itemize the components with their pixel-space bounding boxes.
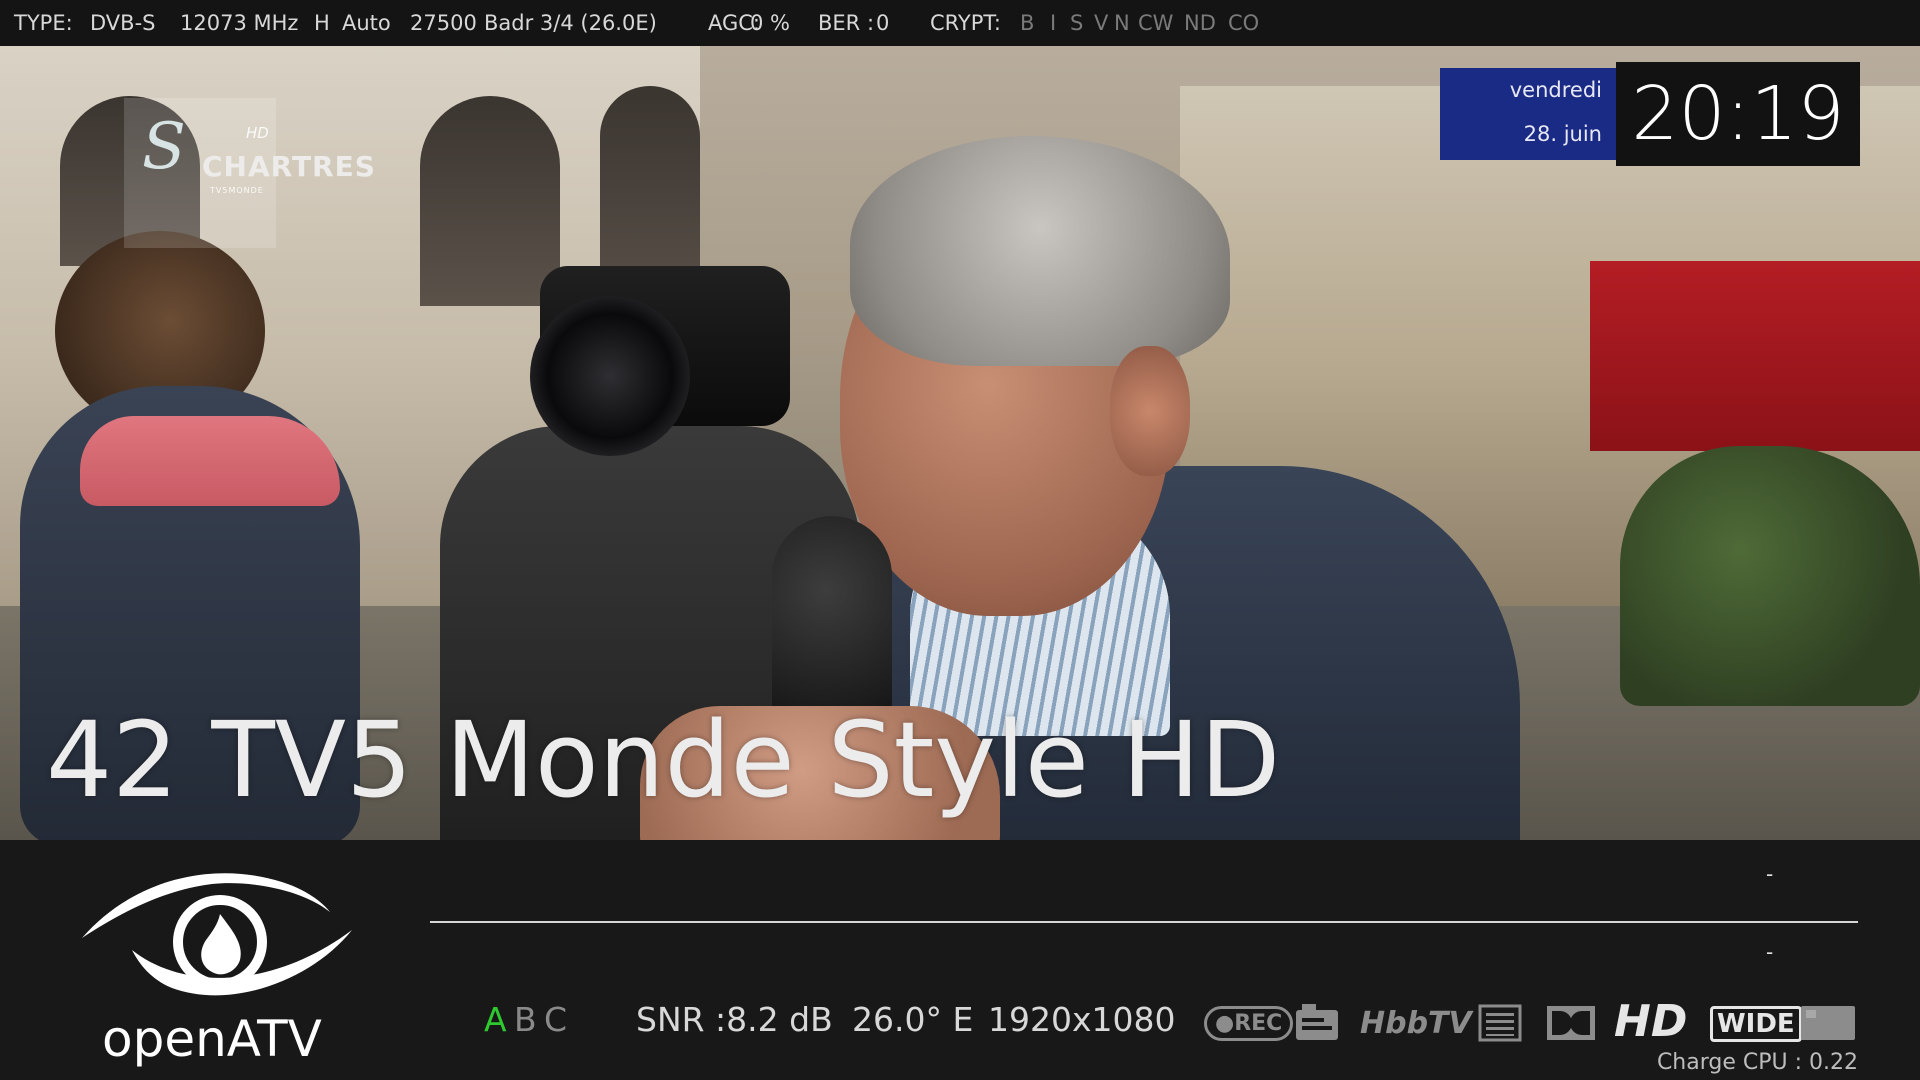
orbital-position: 26.0° E	[852, 1000, 974, 1039]
ber-label: BER :	[818, 11, 875, 35]
tv-screen: S HD CHARTRES TV5MONDE TYPE: DVB-S 12073…	[0, 0, 1920, 1080]
cpu-load: Charge CPU : 0.22	[1656, 1050, 1858, 1075]
crypt-flag-s: S	[1070, 11, 1084, 35]
ci-slot-a: A	[484, 1000, 507, 1039]
hd-icon: HD	[1614, 996, 1688, 1047]
station-logo-text: CHARTRES	[202, 150, 376, 183]
clock-time: 20:19	[1616, 62, 1860, 166]
dolby-icon	[1546, 1004, 1596, 1046]
teletext-icon	[1478, 1004, 1522, 1046]
subtitle-icon	[1294, 1004, 1340, 1046]
ci-slot-b: B	[514, 1000, 537, 1039]
crypt-flag-n: N	[1114, 11, 1130, 35]
tuner-satellite: Badr 3/4 (26.0E)	[484, 11, 657, 35]
man-hair	[850, 136, 1230, 366]
child-hood	[80, 416, 340, 506]
tuner-type-value: DVB-S	[90, 11, 156, 35]
crypt-flag-b: B	[1020, 11, 1035, 35]
wide-icon: WIDE	[1710, 1006, 1802, 1042]
next-event-dash: -	[1766, 940, 1774, 964]
event-progress-bar	[430, 921, 1858, 923]
hbbtv-icon: HbbTV	[1360, 1006, 1472, 1041]
crypt-icon	[1800, 1004, 1856, 1046]
background-plants	[1620, 446, 1920, 706]
tuner-polarization: H	[314, 11, 330, 35]
station-logo-hd: HD	[246, 124, 269, 142]
clock-date: 28. juin	[1523, 122, 1602, 146]
eye-logo-icon	[82, 873, 352, 996]
tuner-frequency: 12073 MHz	[180, 11, 299, 35]
camera-lens	[530, 296, 690, 456]
background-arch	[420, 96, 560, 306]
snr-value: SNR :8.2 dB	[636, 1000, 833, 1039]
station-logo: S HD CHARTRES TV5MONDE	[124, 98, 375, 248]
man-ear	[1110, 346, 1190, 476]
ber-value: 0	[876, 11, 890, 35]
channel-title: 42 TV5 Monde Style HD	[46, 699, 1281, 821]
ci-slot-c: C	[544, 1000, 568, 1039]
now-event-dash: -	[1766, 862, 1774, 886]
crypt-flag-co: CO	[1228, 11, 1260, 35]
channel-info-bar: openATV - - A B C SNR :8.2 dB 26.0° E 19…	[0, 840, 1920, 1080]
video-resolution: 1920x1080	[988, 1000, 1176, 1039]
background-truck	[1590, 261, 1920, 451]
station-logo-mark: S	[142, 110, 186, 184]
crypt-label: CRYPT:	[930, 11, 1001, 35]
crypt-flag-v: V	[1094, 11, 1109, 35]
clock-date-box: vendredi 28. juin	[1440, 68, 1616, 160]
agc-value: 0 %	[750, 11, 790, 35]
station-logo-sub: TV5MONDE	[210, 186, 264, 195]
rec-icon: ●REC	[1204, 1006, 1294, 1041]
tuner-info-bar: TYPE: DVB-S 12073 MHz H Auto 27500 Badr …	[0, 0, 1920, 46]
tuner-inversion: Auto	[342, 11, 391, 35]
tuner-type-label: TYPE:	[14, 11, 73, 35]
crypt-flag-nd: ND	[1184, 11, 1216, 35]
crypt-flag-cw: CW	[1138, 11, 1174, 35]
clock-day: vendredi	[1509, 78, 1602, 102]
crypt-flag-i: I	[1050, 11, 1057, 35]
tuner-symbol-rate: 27500	[410, 11, 477, 35]
